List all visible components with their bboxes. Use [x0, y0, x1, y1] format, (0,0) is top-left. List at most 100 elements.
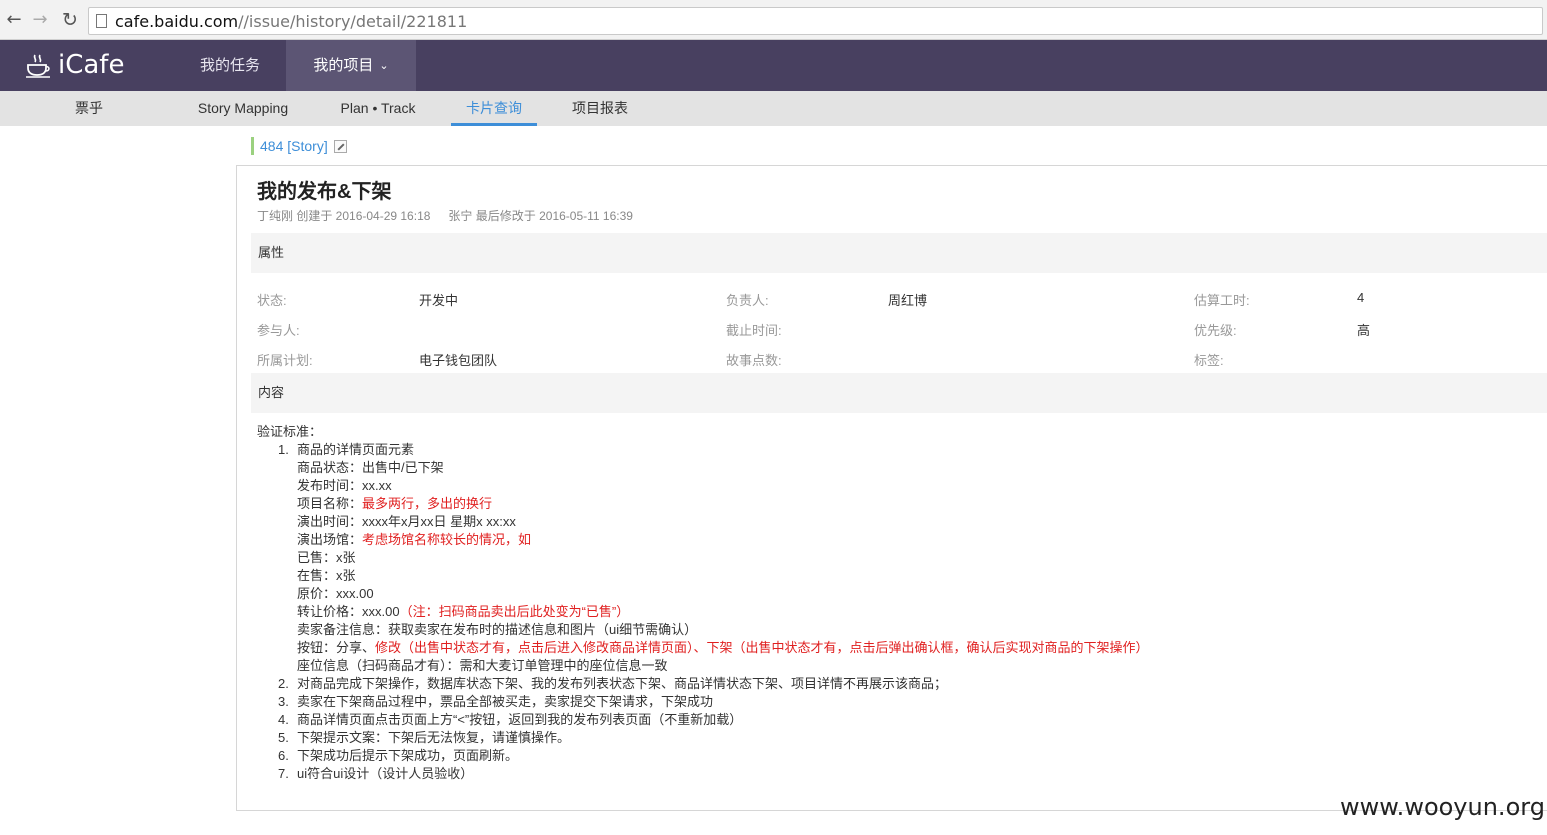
sub-line-text: 卖家备注信息：获取卖家在发布时的描述信息和图片（ui细节需确认）: [297, 622, 698, 637]
attr-value-owner[interactable]: 周红博: [888, 290, 927, 309]
list-sub-line: 演出场馆：考虑场馆名称较长的情况，如: [257, 531, 1149, 549]
sub-line-text: 转让价格：xxx.00: [297, 604, 400, 619]
card-id-text: 484 [Story]: [260, 138, 328, 154]
url-path: //issue/history/detail/221811: [238, 12, 468, 31]
sub-line-text: 按钮：分享、: [297, 640, 376, 655]
card-id-link[interactable]: 484 [Story]: [251, 137, 347, 155]
list-sub-line: 按钮：分享、修改（出售中状态才有，点击后进入修改商品详情页面）、下架（出售中状态…: [257, 639, 1149, 657]
sub-line-highlight: （注：扫码商品卖出后此处变为“已售”）: [399, 604, 630, 619]
list-sub-line: 在售：x张: [257, 567, 1149, 585]
list-sub-line: 项目名称：最多两行，多出的换行: [257, 495, 1149, 513]
content-body: 验证标准： 1. 商品的详情页面元素 商品状态：出售中/已下架 发布时间：xx.xx…: [257, 423, 1149, 783]
attr-label-estimate: 估算工时:: [1194, 293, 1250, 308]
list-item-text: 对商品完成下架操作，数据库状态下架、我的发布列表状态下架、商品详情状态下架、项目…: [297, 676, 948, 691]
project-name[interactable]: 票乎: [60, 91, 118, 126]
attr-label-status: 状态:: [257, 293, 287, 308]
created-info: 丁纯刚 创建于 2016-04-29 16:18: [257, 209, 431, 223]
section-attributes: 属性: [251, 233, 1547, 273]
sub-line-text: 原价：xxx.00: [297, 586, 374, 601]
tab-plan-track[interactable]: Plan • Track: [330, 91, 426, 126]
card-title: 我的发布&下架: [257, 181, 392, 203]
list-item-text: ui符合ui设计（设计人员验收）: [297, 766, 474, 781]
reload-icon[interactable]: ↻: [60, 10, 80, 30]
list-number: 3.: [278, 694, 289, 709]
sub-line-text: 商品状态：出售中/已下架: [297, 460, 444, 475]
list-item: 3. 卖家在下架商品过程中，票品全部被买走，卖家提交下架请求，下架成功: [257, 693, 1149, 711]
list-item: 4. 商品详情页面点击页面上方“<”按钮，返回到我的发布列表页面（不重新加载）: [257, 711, 1149, 729]
sub-line-highlight: 考虑场馆名称较长的情况，如: [362, 532, 532, 547]
list-sub-line: 座位信息（扫码商品才有）：需和大麦订单管理中的座位信息一致: [257, 657, 1149, 675]
list-item: 1. 商品的详情页面元素: [257, 441, 1149, 459]
nav-my-projects-label: 我的项目: [313, 57, 374, 74]
content-lead: 验证标准：: [257, 424, 323, 439]
attr-value-plan[interactable]: 电子钱包团队: [419, 350, 497, 369]
list-item-text: 商品详情页面点击页面上方“<”按钮，返回到我的发布列表页面（不重新加载）: [297, 712, 743, 727]
nav-my-projects[interactable]: 我的项目 ⌄: [286, 40, 416, 91]
sub-line-highlight: 最多两行，多出的换行: [362, 496, 493, 511]
criteria-list: 2. 对商品完成下架操作，数据库状态下架、我的发布列表状态下架、商品详情状态下架、…: [257, 675, 1149, 783]
item1-sublist: 商品状态：出售中/已下架 发布时间：xx.xx 项目名称：最多两行，多出的换行 演出时…: [257, 459, 1149, 675]
card-meta: 丁纯刚 创建于 2016-04-29 16:18 张宁 最后修改于 2016-05…: [257, 207, 633, 224]
list-number: 1.: [278, 442, 289, 457]
list-sub-line: 原价：xxx.00: [257, 585, 1149, 603]
attr-label-story-points: 故事点数:: [726, 353, 782, 368]
list-sub-line: 已售：x张: [257, 549, 1149, 567]
sub-line-text: 在售：x张: [297, 568, 356, 583]
list-item-text: 下架提示文案：下架后无法恢复，请谨慎操作。: [297, 730, 571, 745]
attr-value-estimate[interactable]: 4: [1357, 290, 1364, 305]
list-item-text: 下架成功后提示下架成功，页面刷新。: [297, 748, 519, 763]
coffee-cup-icon: [26, 54, 50, 78]
url-text[interactable]: cafe.baidu.com//issue/history/detail/221…: [115, 12, 467, 31]
list-number: 7.: [278, 766, 289, 781]
list-sub-line: 转让价格：xxx.00（注：扫码商品卖出后此处变为“已售”）: [257, 603, 1149, 621]
list-item-text: 卖家在下架商品过程中，票品全部被买走，卖家提交下架请求，下架成功: [297, 694, 714, 709]
tab-project-report[interactable]: 项目报表: [560, 91, 640, 126]
attr-label-participants: 参与人:: [257, 323, 300, 338]
list-sub-line: 商品状态：出售中/已下架: [257, 459, 1149, 477]
watermark: www.wooyun.org: [1340, 793, 1545, 821]
modified-info: 张宁 最后修改于 2016-05-11 16:39: [448, 209, 633, 223]
sub-line-text: 演出场馆：: [297, 532, 363, 547]
sub-line-text: 座位信息（扫码商品才有）：需和大麦订单管理中的座位信息一致: [297, 658, 668, 673]
nav-my-tasks[interactable]: 我的任务: [184, 40, 276, 91]
list-item: 6. 下架成功后提示下架成功，页面刷新。: [257, 747, 1149, 765]
logo-text: iCafe: [58, 50, 125, 80]
attr-value-priority[interactable]: 高: [1357, 320, 1370, 339]
page-icon: [96, 14, 107, 28]
browser-toolbar: ← → ↻ cafe.baidu.com//issue/history/deta…: [0, 0, 1547, 40]
list-number: 6.: [278, 748, 289, 763]
list-item: 5. 下架提示文案：下架后无法恢复，请谨慎操作。: [257, 729, 1149, 747]
forward-arrow-icon[interactable]: →: [30, 10, 50, 30]
attr-label-owner: 负责人:: [726, 293, 769, 308]
sub-line-text: 项目名称：: [297, 496, 363, 511]
back-arrow-icon[interactable]: ←: [4, 10, 24, 30]
tab-story-mapping[interactable]: Story Mapping: [188, 91, 298, 126]
attr-value-status[interactable]: 开发中: [419, 290, 458, 309]
app-header: iCafe 我的任务 我的项目 ⌄: [0, 40, 1547, 91]
url-host: cafe.baidu.com: [115, 12, 239, 31]
tab-card-query[interactable]: 卡片查询: [451, 91, 537, 126]
chevron-down-icon: ⌄: [379, 60, 389, 72]
list-number: 5.: [278, 730, 289, 745]
attr-label-priority: 优先级:: [1194, 323, 1237, 338]
address-bar[interactable]: cafe.baidu.com//issue/history/detail/221…: [88, 7, 1543, 35]
project-subnav: 票乎 Story Mapping Plan • Track 卡片查询 项目报表: [0, 91, 1547, 126]
sub-line-text: 演出时间：xxxx年x月xx日 星期x xx:xx: [297, 514, 516, 529]
list-item: 7. ui符合ui设计（设计人员验收）: [257, 765, 1149, 783]
list-sub-line: 发布时间：xx.xx: [257, 477, 1149, 495]
section-content: 内容: [251, 373, 1547, 413]
edit-icon[interactable]: [333, 140, 347, 153]
list-number: 2.: [278, 676, 289, 691]
sub-line-text: 发布时间：xx.xx: [297, 478, 392, 493]
attr-label-plan: 所属计划:: [257, 353, 313, 368]
list-sub-line: 演出时间：xxxx年x月xx日 星期x xx:xx: [257, 513, 1149, 531]
attr-label-deadline: 截止时间:: [726, 323, 782, 338]
sub-line-text: 已售：x张: [297, 550, 356, 565]
list-item: 2. 对商品完成下架操作，数据库状态下架、我的发布列表状态下架、商品详情状态下架、…: [257, 675, 1149, 693]
list-item-text: 商品的详情页面元素: [297, 442, 415, 457]
sub-line-highlight: 修改（出售中状态才有，点击后进入修改商品详情页面）、下架（出售中状态才有，点击后…: [375, 640, 1149, 655]
attr-label-tags: 标签:: [1194, 353, 1224, 368]
list-number: 4.: [278, 712, 289, 727]
card-detail-panel: 我的发布&下架 丁纯刚 创建于 2016-04-29 16:18 张宁 最后修改于…: [236, 165, 1547, 811]
list-sub-line: 卖家备注信息：获取卖家在发布时的描述信息和图片（ui细节需确认）: [257, 621, 1149, 639]
